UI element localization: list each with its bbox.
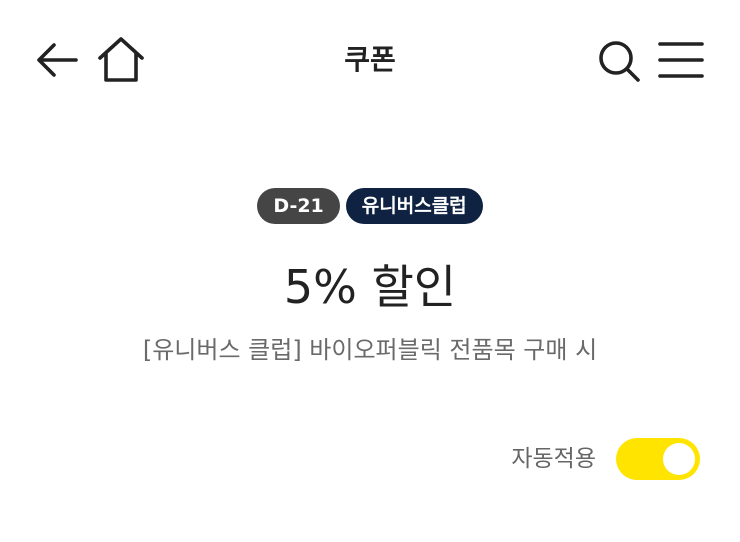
- top-app-bar: 쿠폰: [0, 0, 740, 120]
- dday-badge: D-21: [257, 188, 340, 224]
- hamburger-menu-icon: [658, 42, 704, 78]
- search-icon: [599, 41, 640, 82]
- coupon-badges: D-21 유니버스클럽: [0, 188, 740, 228]
- auto-apply-label: 자동적용: [511, 446, 596, 472]
- back-arrow-icon: [37, 43, 78, 77]
- club-badge: 유니버스클럽: [345, 188, 483, 224]
- toggle-knob: [663, 443, 695, 475]
- menu-button[interactable]: [656, 38, 706, 82]
- home-button[interactable]: [96, 36, 146, 84]
- search-button[interactable]: [596, 38, 642, 84]
- page-title: 쿠폰: [344, 43, 396, 76]
- home-icon: [98, 37, 144, 82]
- discount-amount: 5% 할인: [283, 260, 457, 314]
- coupon-description: [유니버스 클럽] 바이오퍼블릭 전품목 구매 시: [142, 336, 598, 364]
- back-button[interactable]: [32, 38, 80, 82]
- auto-apply-toggle[interactable]: [616, 438, 700, 480]
